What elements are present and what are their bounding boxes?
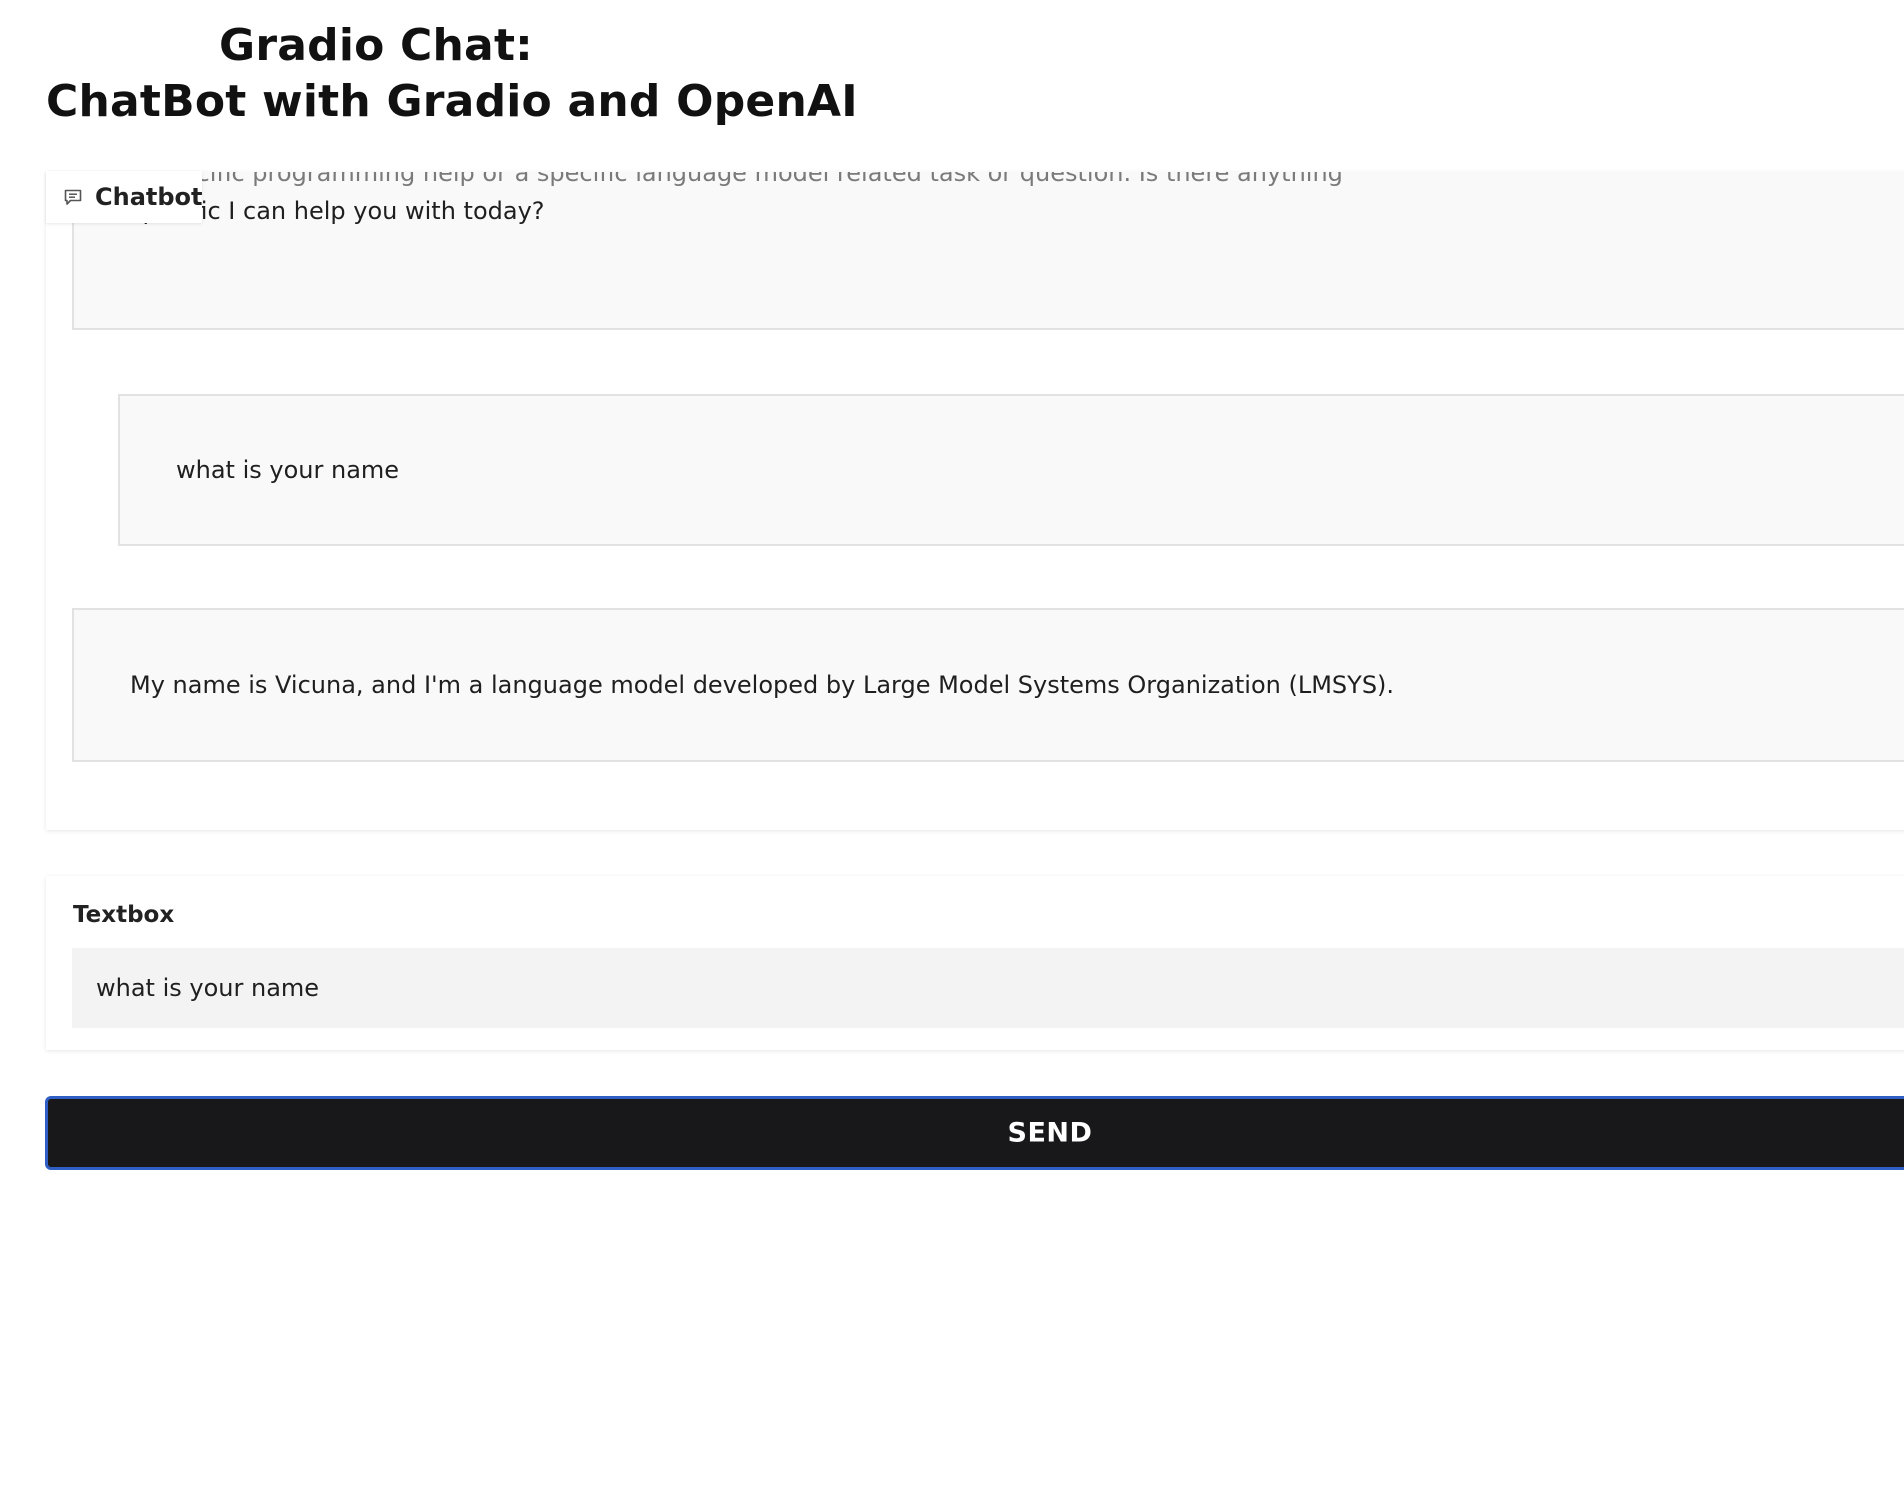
send-button-label: SEND [1007,1117,1093,1149]
chatbot-label-text: Chatbot [95,183,203,211]
app-page: Gradio Chat: ChatBot with Gradio and Ope… [0,0,1904,1496]
bot-message-cut-line: …specific programming help or a specific… [130,172,1343,187]
textbox-panel: Textbox [46,876,1904,1050]
chat-message-list[interactable]: …specific programming help or a specific… [46,172,1904,830]
user-message: what is your name [118,394,1904,546]
chatbot-label: Chatbot [46,171,203,223]
bot-message: My name is Vicuna, and I'm a language mo… [72,608,1904,762]
bot-message-text: specific I can help you with today? [130,197,545,225]
send-button[interactable]: SEND [45,1096,1904,1170]
bot-message-text: My name is Vicuna, and I'm a language mo… [130,671,1395,699]
page-title: Gradio Chat: ChatBot with Gradio and Ope… [46,18,858,130]
chat-bubble-icon [63,186,83,208]
page-title-line-1: Gradio Chat: [219,20,533,71]
bot-message: …specific programming help or a specific… [72,172,1904,330]
message-input[interactable] [72,948,1904,1028]
page-title-line-2: ChatBot with Gradio and OpenAI [46,76,858,127]
user-message-text: what is your name [176,456,400,484]
chatbot-panel[interactable]: …specific programming help or a specific… [46,172,1904,830]
textbox-label: Textbox [73,902,175,928]
